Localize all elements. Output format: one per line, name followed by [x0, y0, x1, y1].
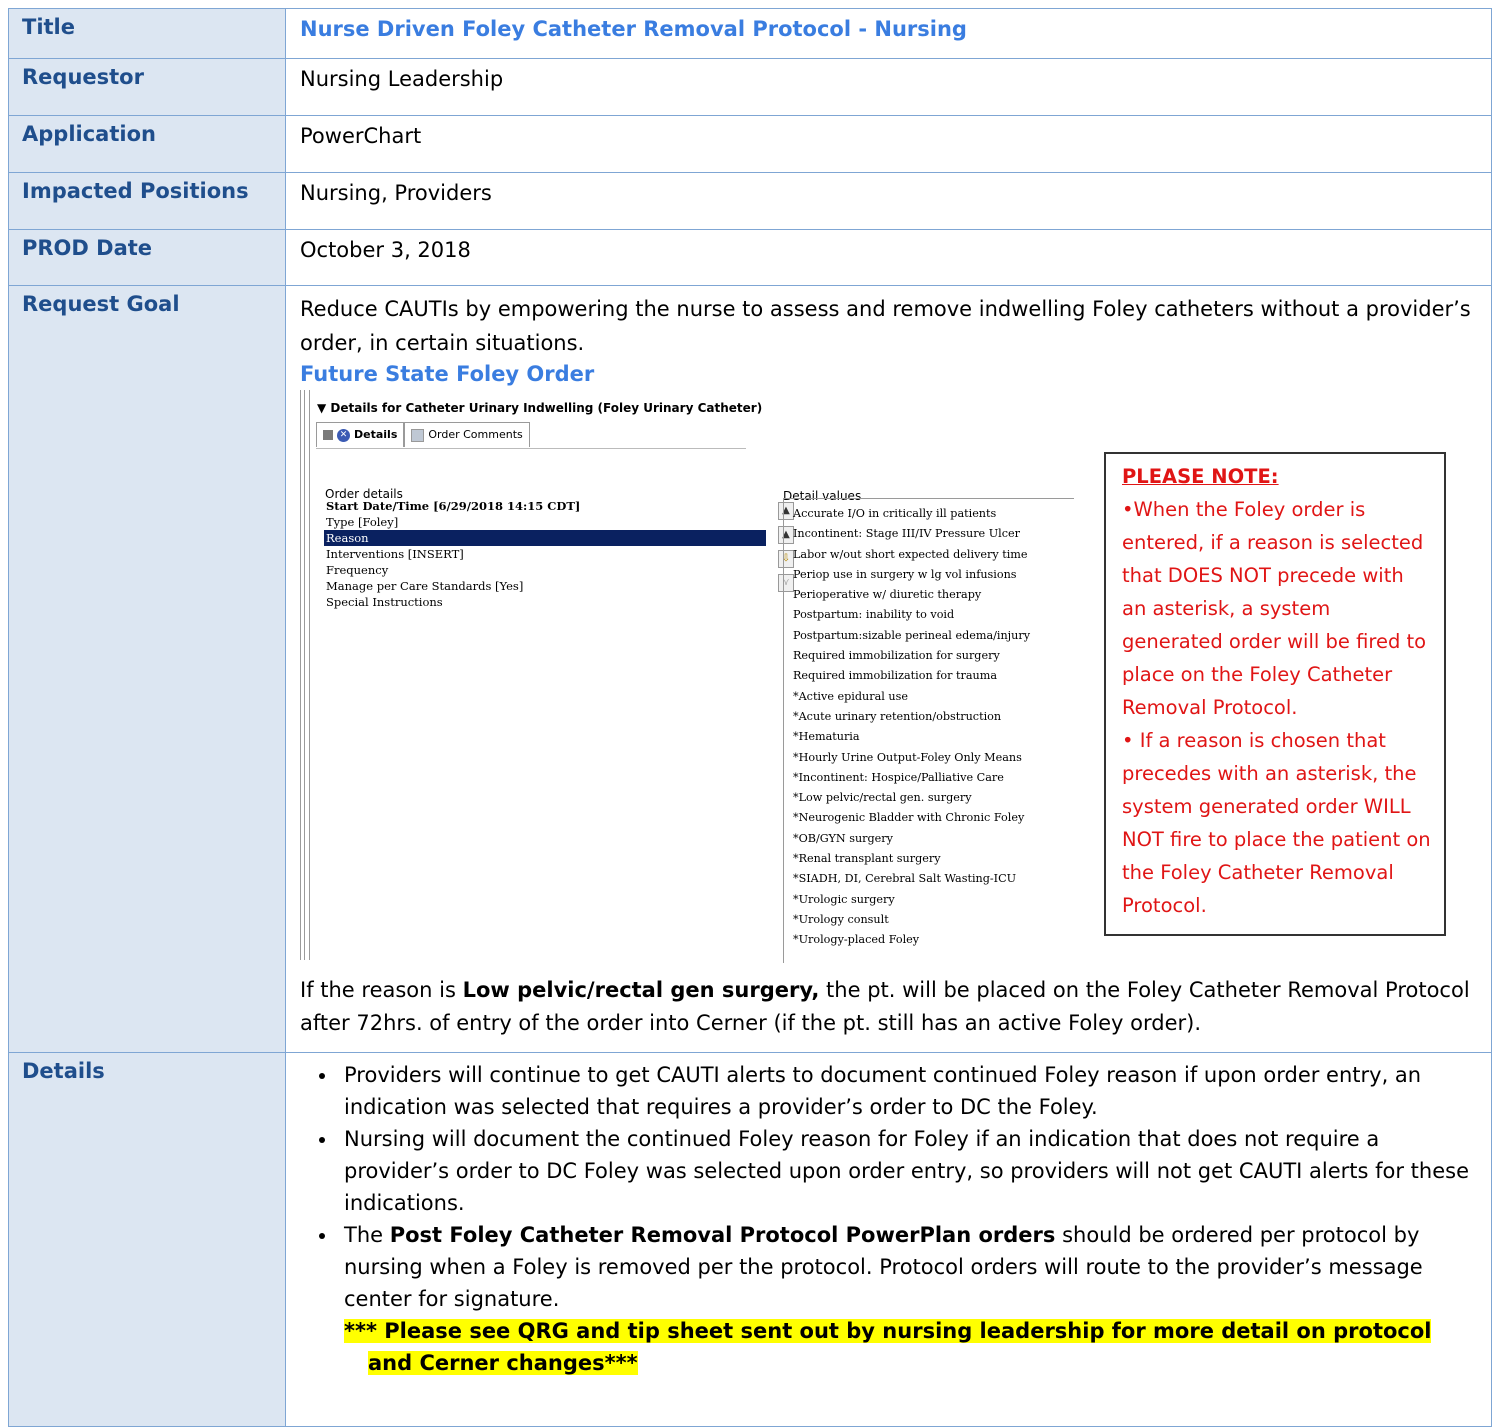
detail-value-item[interactable]: Required immobilization for trauma [793, 666, 1030, 686]
row-requestor: Requestor Nursing Leadership [8, 58, 1492, 116]
detail-value-item[interactable]: *Neurogenic Bladder with Chronic Foley [793, 808, 1030, 828]
title-label: Title [8, 8, 286, 59]
comments-icon [411, 428, 425, 442]
prod-date-label: PROD Date [8, 229, 286, 286]
row-title: Title Nurse Driven Foley Catheter Remova… [8, 8, 1492, 59]
order-detail-item[interactable]: Type [Foley] [324, 514, 764, 530]
goal-text: Reduce CAUTIs by empowering the nurse to… [300, 297, 1471, 355]
detail-value-item[interactable]: *Acute urinary retention/obstruction [793, 707, 1030, 727]
border-line [309, 390, 310, 960]
detail-value-item[interactable]: Incontinent: Stage III/IV Pressure Ulcer [793, 524, 1030, 544]
powerplan-bold: Post Foley Catheter Removal Protocol Pow… [389, 1223, 1056, 1247]
detail-value-item[interactable]: *Urologic surgery [793, 890, 1030, 910]
detail-value-item[interactable]: *SIADH, DI, Cerebral Salt Wasting-ICU [793, 869, 1030, 889]
details-bullet-1: Providers will continue to get CAUTI ale… [338, 1059, 1477, 1123]
details-bullet-3: The Post Foley Catheter Removal Protocol… [338, 1219, 1477, 1315]
detail-value-item[interactable]: *Hourly Urine Output-Foley Only Means [793, 748, 1030, 768]
row-request-goal: Request Goal Reduce CAUTIs by empowering… [8, 285, 1492, 1053]
order-details-screenshot: ▼ Details for Catheter Urinary Indwellin… [300, 390, 1480, 970]
detail-value-item[interactable]: Periop use in surgery w lg vol infusions [793, 565, 1030, 585]
detail-value-item[interactable]: *Renal transplant surgery [793, 849, 1030, 869]
detail-value-item[interactable]: Labor w/out short expected delivery time [793, 545, 1030, 565]
detail-value-item[interactable]: *OB/GYN surgery [793, 829, 1030, 849]
title-value: Nurse Driven Foley Catheter Removal Prot… [285, 8, 1492, 59]
impacted-label: Impacted Positions [8, 172, 286, 230]
order-detail-item[interactable]: Special Instructions [324, 594, 764, 610]
request-table: Title Nurse Driven Foley Catheter Remova… [8, 8, 1492, 1427]
details-icon [323, 430, 333, 440]
note-paragraph-2: • If a reason is chosen that precedes wi… [1122, 729, 1431, 917]
row-application: Application PowerChart [8, 115, 1492, 173]
collapse-icon: ▼ [317, 401, 331, 415]
detail-value-item[interactable]: *Hematuria [793, 727, 1030, 747]
border-line [304, 390, 305, 960]
detail-value-item[interactable]: *Low pelvic/rectal gen. surgery [793, 788, 1030, 808]
tab-order-comments[interactable]: Order Comments [404, 422, 530, 447]
detail-values-list: Accurate I/O in critically ill patients I… [793, 504, 1030, 951]
detail-value-item[interactable]: Required immobilization for surgery [793, 646, 1030, 666]
detail-values-box: Accurate I/O in critically ill patients I… [783, 498, 1074, 963]
row-prod-date: PROD Date October 3, 2018 [8, 229, 1492, 286]
requestor-label: Requestor [8, 58, 286, 116]
details-bullet-2: Nursing will document the continued Fole… [338, 1123, 1477, 1219]
please-note-box: PLEASE NOTE: •When the Foley order is en… [1104, 452, 1446, 936]
details-cell: Providers will continue to get CAUTI ale… [285, 1052, 1492, 1427]
order-detail-item[interactable]: Start Date/Time [6/29/2018 14:15 CDT] [324, 498, 764, 514]
detail-value-item[interactable]: Postpartum: inability to void [793, 605, 1030, 625]
impacted-value: Nursing, Providers [285, 172, 1492, 230]
detail-value-item[interactable]: *Urology-placed Foley [793, 930, 1030, 950]
goal-cell: Reduce CAUTIs by empowering the nurse to… [285, 285, 1492, 1053]
detail-value-item[interactable]: *Urology consult [793, 910, 1030, 930]
order-detail-item[interactable]: Frequency [324, 562, 764, 578]
details-label: Details [8, 1052, 286, 1427]
row-details: Details Providers will continue to get C… [8, 1052, 1492, 1427]
note-paragraph-1: •When the Foley order is entered, if a r… [1122, 498, 1427, 719]
application-value: PowerChart [285, 115, 1492, 173]
screenshot-title: ▼ Details for Catheter Urinary Indwellin… [317, 401, 763, 415]
cancel-icon: ✕ [337, 428, 350, 442]
detail-value-item[interactable]: *Incontinent: Hospice/Palliative Care [793, 768, 1030, 788]
low-pelvic-note: If the reason is Low pelvic/rectal gen s… [300, 978, 1470, 1035]
tab-divider [316, 448, 746, 449]
future-state-heading: Future State Foley Order [300, 362, 595, 386]
low-pelvic-bold: Low pelvic/rectal gen surgery, [462, 978, 820, 1002]
order-detail-item[interactable]: Reason [324, 530, 766, 546]
goal-label: Request Goal [8, 285, 286, 1053]
detail-value-item[interactable]: Perioperative w/ diuretic therapy [793, 585, 1030, 605]
qrg-highlight: *** Please see QRG and tip sheet sent ou… [344, 1319, 1432, 1375]
row-impacted: Impacted Positions Nursing, Providers [8, 172, 1492, 230]
border-line [300, 390, 301, 960]
tab-details[interactable]: ✕ Details [316, 422, 405, 447]
order-detail-item[interactable]: Manage per Care Standards [Yes] [324, 578, 764, 594]
requestor-value: Nursing Leadership [285, 58, 1492, 116]
prod-date-value: October 3, 2018 [285, 229, 1492, 286]
tab-bar: ✕ Details Order Comments [316, 422, 530, 447]
details-list: Providers will continue to get CAUTI ale… [292, 1059, 1477, 1315]
order-detail-item[interactable]: Interventions [INSERT] [324, 546, 764, 562]
detail-value-item[interactable]: Postpartum:sizable perineal edema/injury [793, 626, 1030, 646]
detail-value-item[interactable]: *Active epidural use [793, 687, 1030, 707]
detail-value-item[interactable]: Accurate I/O in critically ill patients [793, 504, 1030, 524]
application-label: Application [8, 115, 286, 173]
note-heading: PLEASE NOTE: [1122, 465, 1279, 488]
order-details-list: Start Date/Time [6/29/2018 14:15 CDT] Typ… [324, 498, 766, 958]
